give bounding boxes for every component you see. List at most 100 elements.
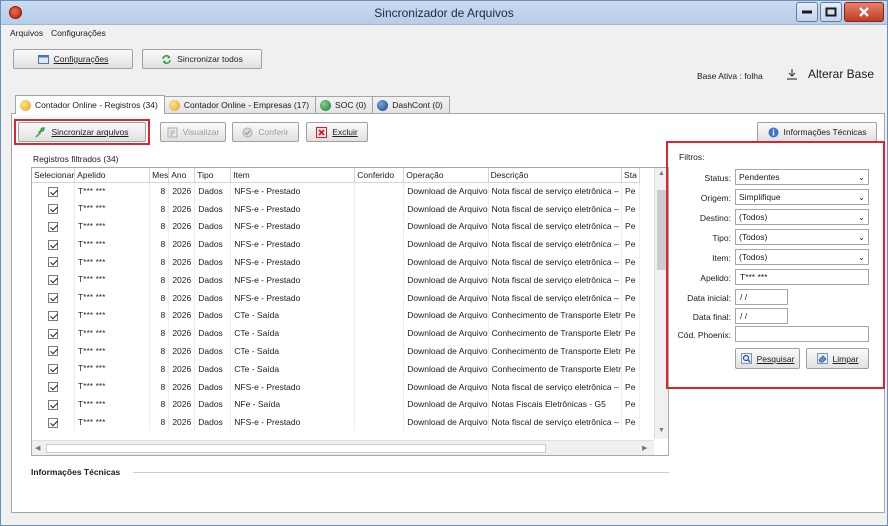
configuracoes-button[interactable]: Configurações — [13, 49, 133, 69]
col-operacao[interactable]: Operação — [403, 168, 489, 183]
title-bar[interactable]: Sincronizador de Arquivos — [1, 1, 887, 25]
col-status[interactable]: Sta — [621, 168, 641, 183]
row-select-cell[interactable] — [32, 270, 76, 289]
row-select-cell[interactable] — [32, 377, 76, 396]
row-select-cell[interactable] — [32, 395, 76, 414]
info-icon — [768, 127, 778, 137]
clear-button[interactable]: Limpar — [806, 348, 869, 369]
row-checkbox[interactable] — [48, 346, 59, 357]
row-checkbox[interactable] — [48, 293, 59, 304]
tipo-select[interactable]: (Todos) ⌄ — [735, 229, 869, 245]
row-select-cell[interactable] — [32, 342, 76, 360]
scroll-up-icon[interactable]: ▲ — [658, 170, 665, 177]
table-row[interactable]: T*** *** 8 2026 Dados CTe - Saída Download de… — [32, 342, 641, 360]
table-row[interactable]: T*** *** 8 2026 Dados NFS-e - Prestado Downlo… — [32, 217, 641, 236]
minimize-button[interactable] — [796, 2, 818, 22]
row-checkbox[interactable] — [48, 239, 59, 250]
row-select-cell[interactable] — [32, 359, 76, 378]
col-mes[interactable]: Mes — [149, 168, 170, 183]
row-checkbox[interactable] — [48, 364, 59, 375]
change-base-label: Alterar Base — [808, 67, 875, 81]
records-grid[interactable]: Selecionar Apelido Mes Ano Tipo Item Con… — [31, 167, 669, 456]
row-select-cell[interactable] — [32, 413, 76, 432]
tab-dashcont[interactable]: DashCont (0) — [372, 96, 450, 113]
row-select-cell[interactable] — [32, 306, 76, 325]
origem-select[interactable]: Simplifique ⌄ — [735, 189, 869, 205]
apelido-input[interactable]: T*** *** — [735, 269, 869, 285]
row-select-cell[interactable] — [32, 182, 76, 200]
horizontal-scroll-thumb[interactable] — [46, 444, 546, 453]
tab-empresas[interactable]: Contador Online - Empresas (17) — [163, 96, 317, 113]
destino-select[interactable]: (Todos) ⌄ — [735, 209, 869, 225]
row-select-cell[interactable] — [32, 324, 76, 343]
table-row[interactable]: T*** *** 8 2026 Dados NFS-e - Prestado Downlo… — [32, 413, 641, 432]
item-label: Item: — [712, 253, 731, 263]
cell-status: Pe — [621, 270, 641, 289]
records-table: Selecionar Apelido Mes Ano Tipo Item Con… — [32, 168, 641, 432]
menu-configuracoes[interactable]: Configurações — [51, 28, 106, 38]
col-ano[interactable]: Ano — [168, 168, 196, 183]
grid-horizontal-scrollbar[interactable]: ◀ ▶ — [32, 440, 654, 455]
data-final-input[interactable]: / / — [735, 308, 788, 324]
row-checkbox[interactable] — [48, 275, 59, 286]
cell-mes: 8 — [149, 395, 170, 414]
row-select-cell[interactable] — [32, 235, 76, 254]
table-row[interactable]: T*** *** 8 2026 Dados CTe - Saída Download de… — [32, 306, 641, 325]
table-row[interactable]: T*** *** 8 2026 Dados NFS-e - Prestado Downlo… — [32, 182, 641, 200]
row-select-cell[interactable] — [32, 199, 76, 218]
tech-info-button[interactable]: Informações Técnicas — [757, 122, 877, 142]
search-button[interactable]: Pesquisar — [735, 348, 800, 369]
col-item[interactable]: Item — [230, 168, 356, 183]
row-checkbox[interactable] — [48, 382, 59, 393]
change-base-button[interactable]: Alterar Base — [786, 67, 874, 81]
table-row[interactable]: T*** *** 8 2026 Dados CTe - Saída Download de… — [32, 324, 641, 343]
sync-all-button[interactable]: Sincronizar todos — [142, 49, 262, 69]
table-header: Selecionar Apelido Mes Ano Tipo Item Con… — [32, 168, 641, 183]
tab-registros[interactable]: Contador Online - Registros (34) — [15, 95, 165, 114]
row-checkbox[interactable] — [48, 417, 59, 428]
row-checkbox[interactable] — [48, 221, 59, 232]
cell-operacao: Download de Arquivo — [403, 413, 489, 432]
row-select-cell[interactable] — [32, 253, 76, 271]
status-select[interactable]: Pendentes ⌄ — [735, 169, 869, 185]
col-apelido[interactable]: Apelido — [74, 168, 151, 183]
table-row[interactable]: T*** *** 8 2026 Dados NFS-e - Prestado Downlo… — [32, 270, 641, 289]
row-checkbox[interactable] — [48, 399, 59, 410]
table-row[interactable]: T*** *** 8 2026 Dados NFS-e - Prestado Downlo… — [32, 288, 641, 307]
maximize-button[interactable] — [820, 2, 842, 22]
delete-button[interactable]: Excluir — [306, 122, 368, 142]
table-row[interactable]: T*** *** 8 2026 Dados CTe - Saída Download de… — [32, 359, 641, 378]
table-row[interactable]: T*** *** 8 2026 Dados NFe - Saída Download de… — [32, 395, 641, 414]
col-selecionar[interactable]: Selecionar — [32, 168, 76, 183]
cell-descricao: Nota fiscal de serviço eletrônica – — [488, 413, 623, 432]
row-checkbox[interactable] — [48, 257, 59, 268]
view-button[interactable]: Visualizar — [160, 122, 226, 142]
check-button[interactable]: Conferir — [232, 122, 299, 142]
tab-soc[interactable]: SOC (0) — [315, 96, 374, 113]
menu-arquivos[interactable]: Arquivos — [10, 28, 43, 38]
close-button[interactable] — [844, 2, 884, 22]
table-row[interactable]: T*** *** 8 2026 Dados NFS-e - Prestado Downlo… — [32, 253, 641, 271]
col-tipo[interactable]: Tipo — [194, 168, 232, 183]
row-checkbox[interactable] — [48, 186, 59, 197]
row-select-cell[interactable] — [32, 288, 76, 307]
cell-conferido — [354, 413, 405, 432]
row-checkbox[interactable] — [48, 328, 59, 339]
scroll-left-icon[interactable]: ◀ — [35, 444, 40, 452]
col-conferido[interactable]: Conferido — [354, 168, 405, 183]
table-row[interactable]: T*** *** 8 2026 Dados NFS-e - Prestado Downlo… — [32, 199, 641, 218]
status-value: Pendentes — [739, 172, 780, 182]
row-checkbox[interactable] — [48, 204, 59, 215]
item-select[interactable]: (Todos) ⌄ — [735, 249, 869, 265]
cod-phoenix-input[interactable] — [735, 326, 869, 342]
row-select-cell[interactable] — [32, 217, 76, 236]
sync-files-button[interactable]: Sincronizar arquivos — [18, 122, 146, 142]
table-row[interactable]: T*** *** 8 2026 Dados NFS-e - Prestado Downlo… — [32, 235, 641, 254]
cell-operacao: Download de Arquivo — [403, 342, 489, 360]
col-descricao[interactable]: Descrição — [488, 168, 623, 183]
scroll-down-icon[interactable]: ▼ — [658, 427, 665, 434]
scroll-right-icon[interactable]: ▶ — [642, 444, 647, 452]
data-inicial-input[interactable]: / / — [735, 289, 788, 305]
row-checkbox[interactable] — [48, 310, 59, 321]
table-row[interactable]: T*** *** 8 2026 Dados NFS-e - Prestado Downlo… — [32, 377, 641, 396]
